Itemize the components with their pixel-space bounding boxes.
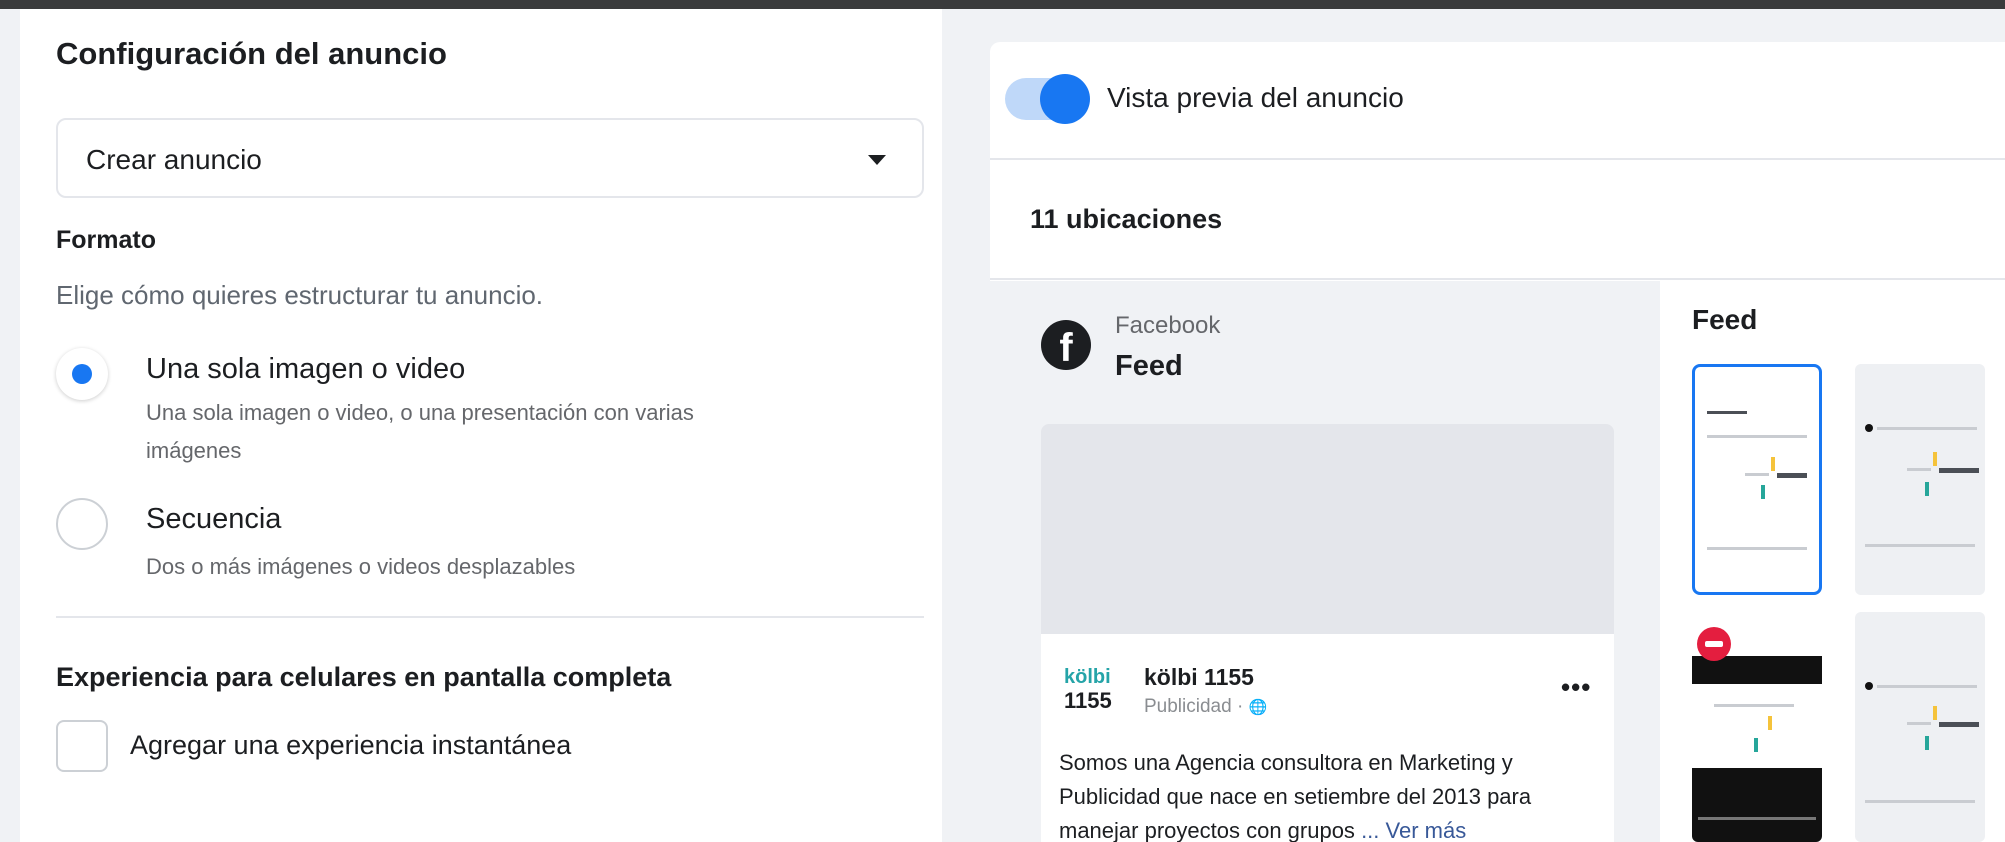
radio-single-image-video[interactable] bbox=[56, 348, 108, 400]
section-title: Configuración del anuncio bbox=[56, 36, 447, 71]
divider bbox=[56, 616, 924, 618]
see-more-link[interactable]: ... Ver más bbox=[1361, 818, 1466, 842]
option-single-label[interactable]: Una sola imagen o video bbox=[146, 353, 465, 386]
option-single-description-line2: imágenes bbox=[146, 438, 242, 463]
instant-experience-checkbox[interactable] bbox=[56, 720, 108, 772]
facebook-icon: f bbox=[1041, 320, 1091, 370]
format-help-text: Elige cómo quieres estructurar tu anunci… bbox=[56, 280, 544, 310]
brand-logo: kölbi 1155 bbox=[1064, 666, 1120, 718]
thumbnail-feed-3[interactable] bbox=[1855, 612, 1985, 842]
brand-logo-text-bottom: 1155 bbox=[1064, 688, 1112, 713]
option-carousel-description: Dos o más imágenes o videos desplazables bbox=[146, 554, 576, 579]
preview-toggle-label: Vista previa del anuncio bbox=[1107, 82, 1404, 113]
option-single-description-line1: Una sola imagen o video, o una presentac… bbox=[146, 400, 694, 425]
preview-toggle-knob[interactable] bbox=[1040, 74, 1090, 124]
placements-count[interactable]: 11 ubicaciones bbox=[1030, 204, 1222, 235]
sponsored-text: Publicidad · bbox=[1144, 696, 1249, 717]
thumbnail-feed-2[interactable] bbox=[1855, 364, 1985, 595]
platform-name: Facebook bbox=[1115, 312, 1221, 339]
caret-down-icon bbox=[868, 155, 886, 165]
create-ad-dropdown[interactable]: Crear anuncio bbox=[56, 118, 924, 198]
thumbnail-feed-selected[interactable] bbox=[1692, 364, 1822, 595]
platform-placement: Feed bbox=[1115, 350, 1183, 382]
ad-sponsored-label: Publicidad · 🌐 bbox=[1144, 696, 1267, 718]
mobile-experience-title: Experiencia para celulares en pantalla c… bbox=[56, 662, 672, 692]
ad-page-name: kölbi 1155 bbox=[1144, 664, 1254, 690]
brand-logo-text-top: kölbi bbox=[1064, 666, 1111, 688]
radio-selected-dot bbox=[72, 364, 92, 384]
ad-media-placeholder bbox=[1041, 424, 1614, 634]
blocked-icon bbox=[1697, 627, 1731, 661]
option-carousel-label[interactable]: Secuencia bbox=[146, 503, 281, 536]
format-title: Formato bbox=[56, 226, 156, 254]
top-bar bbox=[0, 0, 2005, 9]
dropdown-value: Crear anuncio bbox=[86, 144, 262, 175]
ad-primary-text: Somos una Agencia consultora en Marketin… bbox=[1059, 746, 1599, 842]
radio-carousel[interactable] bbox=[56, 498, 108, 550]
instant-experience-label[interactable]: Agregar una experiencia instantánea bbox=[130, 730, 571, 761]
globe-icon: 🌐 bbox=[1248, 699, 1268, 716]
more-options-icon[interactable]: ••• bbox=[1561, 672, 1591, 703]
thumbnails-title: Feed bbox=[1692, 304, 1758, 335]
